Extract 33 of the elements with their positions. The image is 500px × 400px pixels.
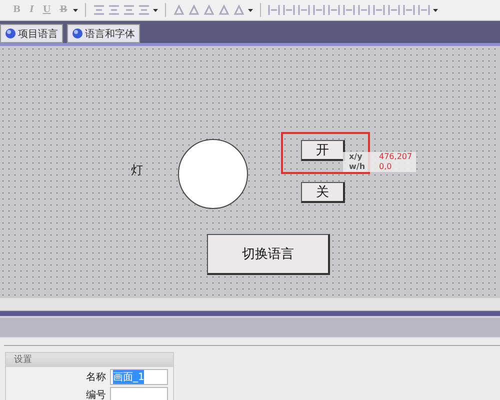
caret-icon[interactable] xyxy=(248,8,254,12)
distribute-icon[interactable] xyxy=(403,4,416,16)
tooltip-label: x/y xyxy=(349,152,364,162)
distribute-icon[interactable] xyxy=(328,4,340,16)
distribute-icon[interactable] xyxy=(388,4,400,16)
tooltip-value: 0,0 xyxy=(379,162,393,172)
screen-button[interactable]: 关 xyxy=(301,182,345,203)
globe-icon xyxy=(5,28,16,39)
screen-button[interactable]: 开 xyxy=(301,140,345,161)
align-icon[interactable] xyxy=(108,4,120,16)
align-icon[interactable] xyxy=(93,4,106,16)
spin-field[interactable] xyxy=(110,387,168,400)
distribute-icon[interactable] xyxy=(373,4,386,16)
lamp-label: 灯 xyxy=(131,162,143,179)
distribute-icon[interactable] xyxy=(298,4,310,16)
field-label: 编号 xyxy=(85,388,106,400)
caret-icon[interactable] xyxy=(153,8,158,12)
distribute-icon[interactable] xyxy=(343,4,356,16)
tab[interactable]: 语言和字体 xyxy=(67,24,140,43)
align-icon[interactable] xyxy=(123,4,136,16)
tooltip-label: w/h xyxy=(349,162,366,172)
distribute-icon[interactable] xyxy=(283,4,296,16)
screen-button[interactable]: 切换语言 xyxy=(207,234,330,275)
field-label: 名称 xyxy=(85,371,106,384)
globe-icon xyxy=(72,28,83,39)
distribute-icon[interactable] xyxy=(358,4,370,16)
caret-icon[interactable] xyxy=(433,8,438,12)
caret-icon[interactable] xyxy=(73,8,78,12)
tooltip-value: 476,207 xyxy=(379,152,414,162)
distribute-icon[interactable] xyxy=(313,4,326,16)
distribute-icon[interactable] xyxy=(268,4,280,16)
section-title: 设置 xyxy=(6,353,173,367)
tab[interactable]: 项目语言 xyxy=(0,24,63,43)
